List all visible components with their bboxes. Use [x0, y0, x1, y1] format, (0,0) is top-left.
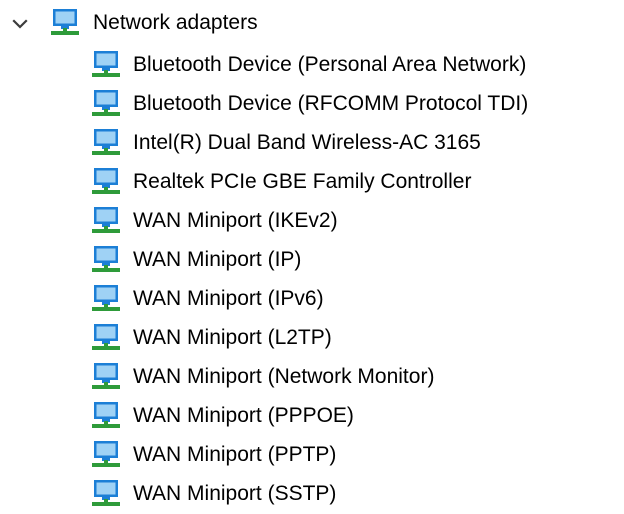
device-list: Bluetooth Device (Personal Area Network)…: [0, 46, 624, 514]
device-item[interactable]: Bluetooth Device (Personal Area Network): [0, 46, 624, 85]
chevron-down-icon[interactable]: [8, 12, 32, 36]
device-item[interactable]: Intel(R) Dual Band Wireless-AC 3165: [0, 124, 624, 163]
device-label: WAN Miniport (SSTP): [133, 482, 337, 505]
device-item[interactable]: WAN Miniport (PPPOE): [0, 397, 624, 436]
category-label: Network adapters: [93, 11, 258, 34]
network-adapter-icon: [92, 129, 120, 155]
device-label: Realtek PCIe GBE Family Controller: [133, 170, 472, 193]
device-label: WAN Miniport (IPv6): [133, 287, 324, 310]
device-label: Intel(R) Dual Band Wireless-AC 3165: [133, 131, 481, 154]
device-label: WAN Miniport (IKEv2): [133, 209, 338, 232]
network-adapter-icon: [92, 207, 120, 233]
device-label: WAN Miniport (PPTP): [133, 443, 337, 466]
network-adapter-icon: [92, 363, 120, 389]
network-adapter-icon: [92, 246, 120, 272]
device-tree: Network adapters Bluetooth Device (Perso…: [0, 0, 624, 514]
network-adapter-icon: [92, 51, 120, 77]
network-adapter-icon: [92, 168, 120, 194]
device-label: WAN Miniport (Network Monitor): [133, 365, 435, 388]
device-label: Bluetooth Device (RFCOMM Protocol TDI): [133, 92, 529, 115]
network-adapter-icon: [92, 402, 120, 428]
device-item[interactable]: Realtek PCIe GBE Family Controller: [0, 163, 624, 202]
network-adapter-icon: [92, 480, 120, 506]
network-adapter-icon: [92, 324, 120, 350]
device-label: WAN Miniport (L2TP): [133, 326, 332, 349]
network-adapter-icon: [51, 9, 79, 35]
device-label: WAN Miniport (PPPOE): [133, 404, 354, 427]
network-adapter-icon: [92, 285, 120, 311]
device-item[interactable]: WAN Miniport (L2TP): [0, 319, 624, 358]
device-item[interactable]: WAN Miniport (IP): [0, 241, 624, 280]
device-item[interactable]: WAN Miniport (IPv6): [0, 280, 624, 319]
device-label: WAN Miniport (IP): [133, 248, 302, 271]
network-adapters-category[interactable]: Network adapters: [0, 0, 624, 46]
device-label: Bluetooth Device (Personal Area Network): [133, 53, 527, 76]
device-item[interactable]: WAN Miniport (SSTP): [0, 475, 624, 514]
network-adapter-icon: [92, 90, 120, 116]
device-item[interactable]: WAN Miniport (Network Monitor): [0, 358, 624, 397]
device-item[interactable]: WAN Miniport (PPTP): [0, 436, 624, 475]
device-item[interactable]: Bluetooth Device (RFCOMM Protocol TDI): [0, 85, 624, 124]
device-item[interactable]: WAN Miniport (IKEv2): [0, 202, 624, 241]
network-adapter-icon: [92, 441, 120, 467]
